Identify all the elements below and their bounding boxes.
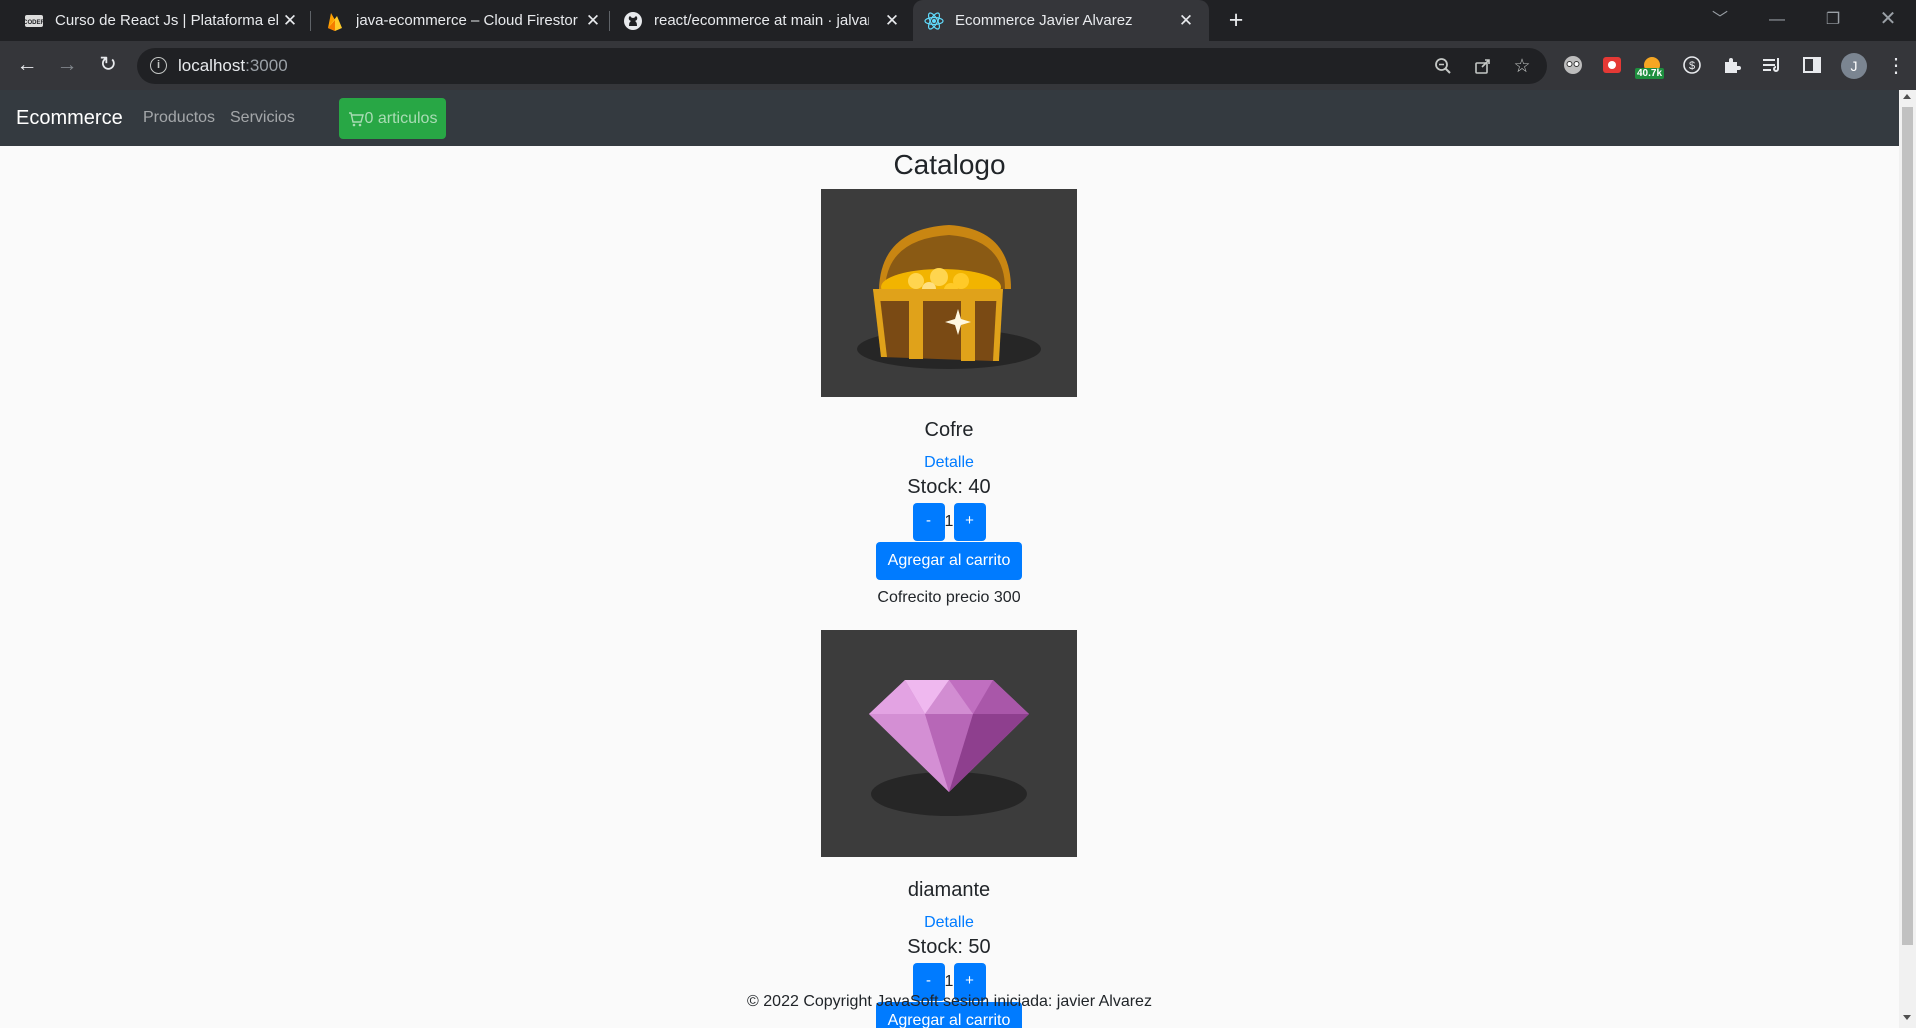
site-info-icon[interactable]: i (150, 57, 167, 74)
react-icon (924, 11, 944, 31)
cart-count-label: 0 articulos (364, 109, 438, 127)
extension-dollar-icon[interactable]: $ (1679, 51, 1705, 79)
product-card: diamante Detalle Stock: 50 - 1 + Agregar… (821, 630, 1077, 1028)
detail-link[interactable]: Detalle (821, 454, 1077, 472)
tab-github[interactable]: react/ecommerce at main · jalvar ✕ (612, 0, 910, 41)
browser-toolbar: ← → ↻ i localhost:3000 ☆ 40.7k $ J ⋮ (0, 41, 1916, 90)
product-description: Cofrecito precio 300 (877, 589, 1021, 606)
minimize-icon[interactable]: — (1752, 0, 1802, 41)
product-stock: Stock: 40 (907, 476, 991, 498)
address-bar[interactable]: i localhost:3000 ☆ (137, 48, 1547, 84)
close-tab-icon[interactable]: ✕ (1176, 11, 1196, 31)
tab-title: Curso de React Js | Plataforma el (55, 12, 279, 29)
firebase-icon (325, 11, 345, 31)
product-card: Cofre Detalle Stock: 40 - 1 + Agregar al… (821, 189, 1077, 607)
profile-avatar[interactable]: J (1841, 53, 1867, 79)
extension-badge-count: 40.7k (1635, 68, 1665, 79)
tab-search-icon[interactable]: ﹀ (1695, 0, 1745, 41)
detail-link[interactable]: Detalle (821, 914, 1077, 932)
codehouse-icon: CODER (24, 11, 44, 31)
url-text[interactable]: localhost:3000 (178, 56, 288, 76)
page-footer: © 2022 Copyright JavaSoft sesion iniciad… (747, 993, 1152, 1010)
restore-icon[interactable]: ❐ (1808, 0, 1858, 41)
tab-title: java-ecommerce – Cloud Firestor (356, 12, 578, 29)
close-window-icon[interactable]: ✕ (1863, 0, 1913, 41)
tab-curso-react[interactable]: CODER Curso de React Js | Plataforma el … (8, 0, 306, 41)
svg-text:$: $ (1689, 60, 1695, 72)
new-tab-button[interactable]: + (1222, 7, 1250, 35)
browser-menu-icon[interactable]: ⋮ (1883, 51, 1909, 79)
tab-separator (609, 11, 610, 31)
tab-separator (310, 11, 311, 31)
page-scrollbar[interactable] (1899, 90, 1916, 1028)
decrease-button[interactable]: - (912, 503, 945, 541)
svg-text:CODER: CODER (24, 20, 44, 26)
cart-icon (348, 111, 364, 126)
close-tab-icon[interactable]: ✕ (280, 11, 300, 31)
quantity-value: 1 (944, 973, 954, 990)
side-panel-icon[interactable] (1799, 51, 1825, 79)
tab-title: react/ecommerce at main · jalvar (654, 12, 869, 29)
product-name: diamante (907, 879, 991, 901)
catalog-title: Catalogo (893, 149, 1006, 180)
scroll-down-arrow[interactable] (1903, 1015, 1911, 1020)
quantity-value: 1 (944, 513, 954, 530)
add-to-cart-button[interactable]: Agregar al carrito (875, 542, 1023, 580)
tab-title: Ecommerce Javier Alvarez (955, 12, 1133, 29)
close-tab-icon[interactable]: ✕ (583, 11, 603, 31)
extensions-puzzle-icon[interactable] (1719, 51, 1745, 79)
increase-button[interactable]: + (953, 503, 986, 541)
extension-face-icon[interactable] (1560, 51, 1586, 79)
nav-link-productos[interactable]: Productos (143, 109, 215, 127)
bookmark-star-icon[interactable]: ☆ (1512, 57, 1532, 77)
page-viewport: Ecommerce Productos Servicios 0 articulo… (0, 90, 1899, 1028)
quantity-stepper: - 1 + (821, 503, 1077, 541)
back-icon[interactable]: ← (12, 51, 42, 81)
diamond-image[interactable] (821, 630, 1077, 857)
browser-tab-strip: CODER Curso de React Js | Plataforma el … (0, 0, 1916, 41)
share-icon[interactable] (1473, 57, 1493, 77)
product-name: Cofre (924, 419, 974, 441)
reload-icon[interactable]: ↻ (93, 51, 123, 81)
extension-red-icon[interactable] (1599, 51, 1625, 79)
tab-firestore[interactable]: java-ecommerce – Cloud Firestor ✕ (312, 0, 610, 41)
cart-button[interactable]: 0 articulos (339, 98, 446, 139)
forward-icon[interactable]: → (52, 51, 82, 81)
extension-badge-icon[interactable]: 40.7k (1635, 51, 1665, 79)
scroll-up-arrow[interactable] (1903, 94, 1911, 99)
reading-list-icon[interactable] (1759, 51, 1785, 79)
nav-link-servicios[interactable]: Servicios (230, 109, 295, 127)
zoom-icon[interactable] (1433, 57, 1453, 77)
github-icon (623, 11, 643, 31)
treasure-chest-image[interactable] (821, 189, 1077, 397)
site-brand[interactable]: Ecommerce (16, 107, 123, 130)
product-stock: Stock: 50 (907, 936, 991, 958)
close-tab-icon[interactable]: ✕ (882, 11, 902, 31)
tab-ecommerce-active[interactable]: Ecommerce Javier Alvarez ✕ (913, 0, 1209, 41)
scroll-thumb[interactable] (1902, 107, 1913, 945)
site-navbar: Ecommerce Productos Servicios 0 articulo… (0, 90, 1899, 146)
